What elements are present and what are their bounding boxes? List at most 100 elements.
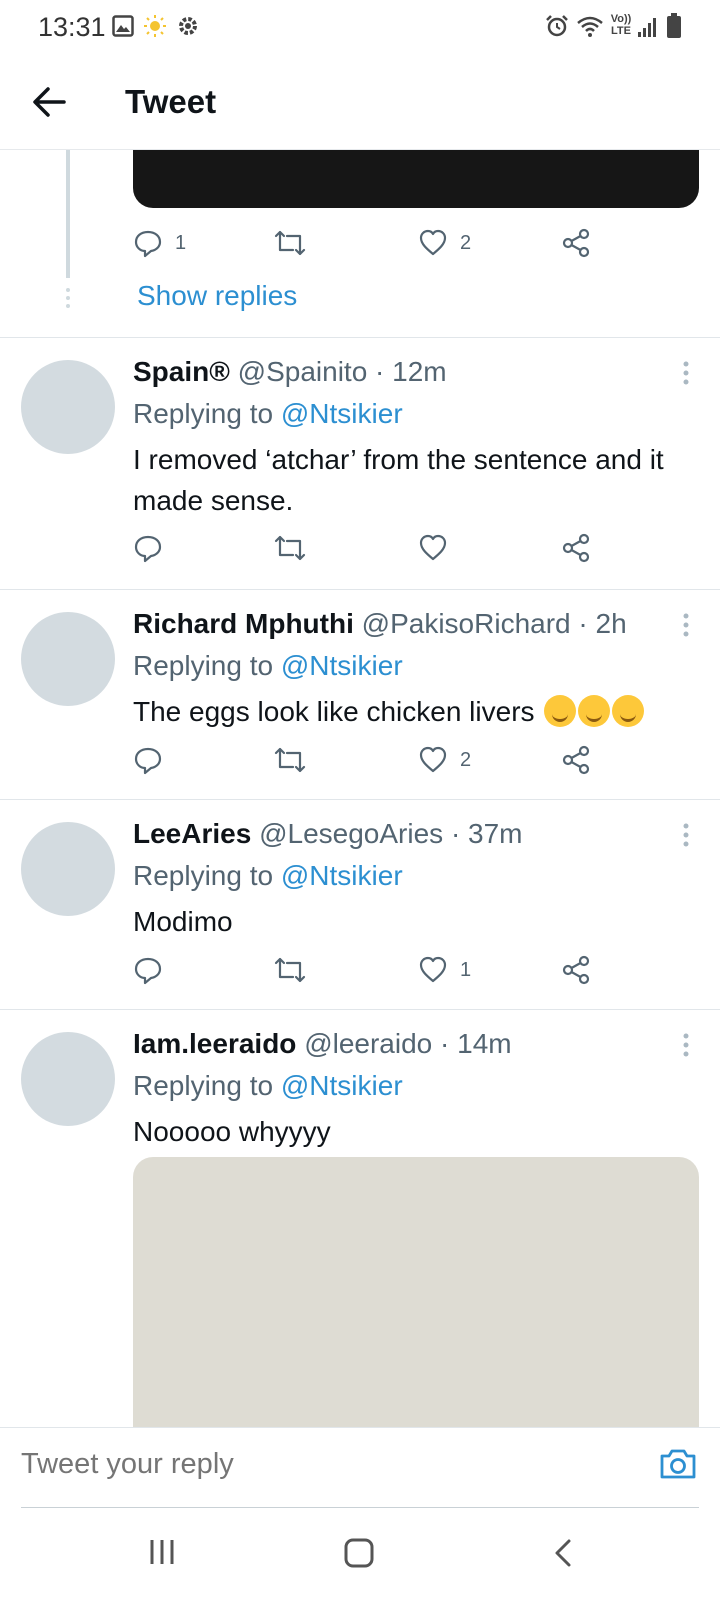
tweet-text: I removed ‘atchar’ from the sentence and… [133,444,664,516]
share-icon [562,228,590,258]
share-button[interactable] [561,950,591,990]
more-options-button[interactable] [682,360,690,386]
reply-button[interactable] [133,950,163,990]
heart-icon [419,229,447,256]
handle: @PakisoRichard [361,608,571,639]
replying-label: Replying to [133,1070,274,1101]
retweet-icon [274,747,306,773]
more-vertical-icon [683,1033,689,1057]
avatar[interactable] [21,822,115,916]
retweet-button[interactable] [273,950,307,990]
replying-label: Replying to [133,860,274,891]
signal-icon [637,16,657,43]
replying-to: Replying to @Ntsikier [133,1070,403,1102]
retweet-button[interactable] [273,223,307,263]
system-nav-bar [0,1508,720,1600]
retweet-icon [274,957,306,983]
alarm-icon [545,14,569,43]
volte-icon: Vo)) LTE [610,13,632,37]
like-button[interactable]: 2 [418,223,471,263]
more-options-button[interactable] [682,1032,690,1058]
reply-button[interactable]: 1 [133,223,186,263]
tweet-header: Iam.leeraido @leeraido · 14m [133,1028,512,1060]
app-header: Tweet [0,56,720,150]
reply-composer [0,1427,720,1509]
like-count: 2 [460,231,472,254]
retweet-button[interactable] [273,528,307,568]
mention-link[interactable]: @Ntsikier [281,398,403,429]
thread-dots-icon [64,286,72,310]
action-row: 1 2 [133,223,613,263]
share-button[interactable] [561,528,591,568]
recents-button[interactable] [148,1538,176,1571]
avatar[interactable] [21,360,115,454]
brightness-icon [143,14,167,43]
tweet-text: Modimo [133,906,233,937]
mention-link[interactable]: @Ntsikier [281,1070,403,1101]
reply-tweet[interactable]: LeeAries @LesegoAries · 37m Replying to … [0,800,720,1010]
show-replies-link[interactable]: Show replies [137,280,297,312]
display-name[interactable]: Iam.leeraido [133,1028,296,1059]
camera-button[interactable] [656,1442,700,1486]
like-count: 1 [460,958,472,981]
camera-icon [660,1449,696,1479]
share-button[interactable] [561,223,591,263]
avatar[interactable] [21,612,115,706]
reply-tweet[interactable]: Spain® @Spainito · 12m Replying to @Ntsi… [0,338,720,588]
timestamp: · 2h [578,608,627,639]
wifi-icon [576,16,604,43]
handle: @LesegoAries [259,818,444,849]
heart-icon [419,534,447,561]
tweet-header: Richard Mphuthi @PakisoRichard · 2h [133,608,627,640]
reply-button[interactable] [133,740,163,780]
tweet-text-container: The eggs look like chicken livers [133,691,693,732]
retweet-button[interactable] [273,740,307,780]
replying-label: Replying to [133,398,274,429]
thread-connector-line [66,150,70,278]
more-options-button[interactable] [682,612,690,638]
timestamp: · 12m [375,356,447,387]
home-button[interactable] [344,1538,374,1573]
reply-icon [134,535,162,563]
mention-link[interactable]: @Ntsikier [281,650,403,681]
share-icon [562,533,590,563]
more-vertical-icon [683,613,689,637]
replying-to: Replying to @Ntsikier [133,860,403,892]
heart-icon [419,956,447,983]
reply-icon [134,747,162,775]
tweet-text: The eggs look like chicken livers [133,696,535,727]
display-name[interactable]: Richard Mphuthi [133,608,354,639]
settings-icon [177,15,199,42]
relieved-face-emoji [544,695,577,727]
timestamp: · 37m [450,818,523,849]
tweet-text: Nooooo whyyyy [133,1116,331,1147]
like-button[interactable] [418,528,448,568]
more-vertical-icon [683,823,689,847]
action-row: 2 [133,740,613,780]
reply-tweet[interactable]: Richard Mphuthi @PakisoRichard · 2h Repl… [0,590,720,800]
tweet-media[interactable] [133,150,699,208]
reply-icon [134,230,162,258]
back-icon [555,1539,571,1567]
tweet-header: LeeAries @LesegoAries · 37m [133,818,523,850]
reply-button[interactable] [133,528,163,568]
display-name[interactable]: LeeAries [133,818,251,849]
mention-link[interactable]: @Ntsikier [281,860,403,891]
share-button[interactable] [561,740,591,780]
like-button[interactable]: 2 [418,740,471,780]
display-name[interactable]: Spain® [133,356,230,387]
avatar[interactable] [21,1032,115,1126]
nav-back-button[interactable] [552,1538,574,1573]
rolling-laughing-emoji [578,695,611,727]
tweet-media[interactable] [133,1157,699,1427]
gallery-icon [112,15,134,42]
like-button[interactable]: 1 [418,950,471,990]
handle: @leeraido [304,1028,433,1059]
heart-icon [419,746,447,773]
status-bar: 13:31 Vo)) LTE [0,0,720,56]
timestamp: · 14m [440,1028,512,1059]
back-button[interactable] [26,78,74,126]
more-options-button[interactable] [682,822,690,848]
reply-input[interactable] [21,1448,581,1481]
replying-to: Replying to @Ntsikier [133,398,403,430]
